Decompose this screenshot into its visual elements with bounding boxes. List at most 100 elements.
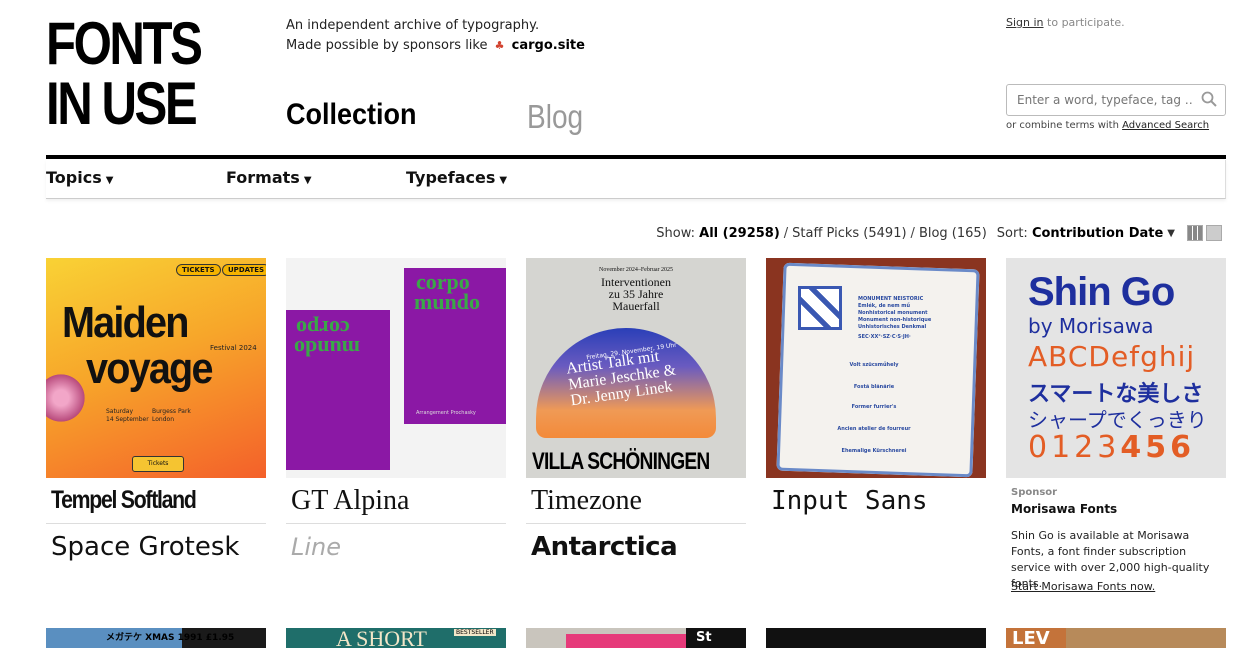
thumb-badge: BESTSELLER bbox=[454, 629, 496, 636]
book-title: mundo bbox=[414, 289, 481, 314]
typeface-link[interactable]: Input Sans bbox=[766, 478, 986, 524]
typeface-name: Antarctica bbox=[531, 532, 678, 562]
signin-link[interactable]: Sign in bbox=[1006, 16, 1044, 29]
typeface-name: Space Grotesk bbox=[51, 532, 240, 562]
art-date: Saturday 14 September bbox=[106, 408, 149, 423]
tagline-line-2: Made possible by sponsors like bbox=[286, 38, 488, 53]
typeface-link[interactable]: Antarctica bbox=[526, 524, 746, 570]
ad-latin-sample: ABCDefghij bbox=[1028, 340, 1196, 373]
sort-triangle-icon[interactable]: ▼ bbox=[1167, 228, 1175, 239]
filter-staff-picks[interactable]: Staff Picks (5491) bbox=[792, 226, 906, 241]
ad-numerals-bold: 456 bbox=[1120, 430, 1195, 465]
typeface-name: Tempel Softland bbox=[51, 486, 197, 514]
menu-typefaces-label: Typefaces bbox=[406, 168, 496, 187]
typeface-link[interactable]: Space Grotesk bbox=[46, 524, 266, 570]
category-menu: Topics ▼ Formats ▼ Typefaces ▼ bbox=[46, 160, 1226, 199]
menu-formats[interactable]: Formats ▼ bbox=[226, 168, 312, 187]
sponsor-name[interactable]: Morisawa Fonts bbox=[1011, 502, 1117, 516]
view-toggle bbox=[1187, 225, 1222, 241]
ad-headline: Shin Go bbox=[1028, 270, 1175, 314]
typeface-name: GT Alpina bbox=[291, 484, 410, 516]
thumb-text: LEV bbox=[1012, 628, 1050, 648]
art-headline: Maiden bbox=[62, 298, 189, 347]
typeface-link[interactable]: Timezone bbox=[526, 478, 746, 524]
large-view-icon[interactable] bbox=[1206, 225, 1222, 241]
mat-title: MONUMENT NEISTORIC Emlék, de nem mű Nonh… bbox=[858, 296, 931, 341]
use-thumbnail[interactable]: November 2024–Februar 2025 Interventione… bbox=[526, 258, 746, 478]
site-logo[interactable]: FONTS IN USE bbox=[46, 10, 203, 137]
book-caption: Arrangement Prochasky bbox=[416, 410, 476, 416]
use-card[interactable]: MONUMENT NEISTORIC Emlék, de nem mű Nonh… bbox=[766, 258, 986, 524]
art-tag: UPDATES bbox=[222, 264, 266, 276]
mat-code: SEC·XX°·SZ·C·S·JH· bbox=[858, 334, 911, 340]
signin-prompt: Sign in to participate. bbox=[1006, 16, 1125, 29]
logo-line-1: FONTS bbox=[46, 10, 203, 77]
use-thumbnail[interactable]: TICKETS UPDATES Maiden voyage Festival 2… bbox=[46, 258, 266, 478]
book-title: mundo bbox=[294, 336, 361, 361]
ad-numerals: 0123456 bbox=[1028, 430, 1195, 465]
use-card[interactable]: November 2024–Februar 2025 Interventione… bbox=[526, 258, 746, 570]
grid-view-icon[interactable] bbox=[1187, 225, 1203, 241]
thumb-text: メガテケ XMAS 1991 £1.95 bbox=[106, 633, 235, 643]
use-thumbnail[interactable] bbox=[766, 628, 986, 648]
advanced-search-link[interactable]: Advanced Search bbox=[1122, 120, 1209, 131]
nav-blog[interactable]: Blog bbox=[527, 98, 583, 136]
typeface-link[interactable]: Line bbox=[286, 524, 506, 570]
search-icon[interactable] bbox=[1201, 91, 1217, 107]
thumb-text: A SHORT bbox=[336, 628, 427, 648]
menu-topics[interactable]: Topics ▼ bbox=[46, 168, 113, 187]
mat-heading: Ehemalige Kürschnerei bbox=[841, 448, 907, 454]
ad-numerals-light: 0123 bbox=[1028, 430, 1121, 465]
site-tagline: An independent archive of typography. Ma… bbox=[286, 16, 585, 56]
menu-topics-label: Topics bbox=[46, 168, 102, 187]
use-thumbnail[interactable]: St bbox=[526, 628, 746, 648]
art-tickets-button: Tickets bbox=[132, 456, 184, 472]
use-card[interactable]: corpo mundo corpo mundo Arrangement Proc… bbox=[286, 258, 506, 570]
dropdown-triangle-icon: ▼ bbox=[105, 175, 114, 186]
filter-blog[interactable]: Blog (165) bbox=[919, 226, 987, 241]
mat-title-line: Monument non-historique bbox=[858, 317, 932, 323]
mat-heading: Ancien atelier de fourreur bbox=[837, 426, 911, 432]
search-hint: or combine terms with Advanced Search bbox=[1006, 120, 1209, 131]
tagline-line-1: An independent archive of typography. bbox=[286, 18, 540, 33]
sort-dropdown[interactable]: Contribution Date bbox=[1032, 226, 1163, 241]
search-input[interactable] bbox=[1007, 85, 1192, 115]
cargo-logo-icon: ♣ bbox=[494, 39, 505, 52]
cargo-sponsor-link[interactable]: cargo.site bbox=[512, 38, 585, 53]
use-thumbnail[interactable]: LEV bbox=[1006, 628, 1226, 648]
filter-all[interactable]: All (29258) bbox=[699, 226, 780, 241]
typeface-link[interactable]: GT Alpina bbox=[286, 478, 506, 524]
typeface-name: Line bbox=[291, 533, 342, 561]
use-thumbnail[interactable]: corpo mundo corpo mundo Arrangement Proc… bbox=[286, 258, 506, 478]
dropdown-triangle-icon: ▼ bbox=[499, 175, 508, 186]
mat-heading: Volt szücsműhely bbox=[849, 362, 899, 368]
filter-bar: Show: All (29258) / Staff Picks (5491) /… bbox=[656, 225, 1222, 241]
logo-line-2: IN USE bbox=[46, 70, 198, 137]
signin-suffix: to participate. bbox=[1047, 16, 1125, 29]
thumb-text: St bbox=[696, 630, 712, 645]
menu-typefaces[interactable]: Typefaces ▼ bbox=[406, 168, 507, 187]
sponsor-ad-image[interactable]: Shin Go by Morisawa ABCDefghij スマートな美しさ … bbox=[1006, 258, 1226, 478]
sponsor-cta-link[interactable]: Start Morisawa Fonts now. bbox=[1011, 580, 1155, 593]
use-card[interactable]: TICKETS UPDATES Maiden voyage Festival 2… bbox=[46, 258, 266, 570]
search-hint-text: or combine terms with bbox=[1006, 120, 1119, 131]
sort-label: Sort: bbox=[996, 225, 1028, 241]
ad-subhead: by Morisawa bbox=[1028, 314, 1154, 338]
book-title: corpo bbox=[296, 316, 350, 341]
use-thumbnail[interactable]: A SHORT BESTSELLER bbox=[286, 628, 506, 648]
poster-header: November 2024–Februar 2025 Interventione… bbox=[526, 264, 746, 312]
filter-separator: / bbox=[910, 225, 915, 241]
nav-collection[interactable]: Collection bbox=[286, 98, 417, 132]
sponsor-label: Sponsor bbox=[1011, 487, 1058, 498]
search-box bbox=[1006, 84, 1226, 116]
typeface-link[interactable]: Tempel Softland bbox=[46, 478, 266, 524]
art-festival: Festival 2024 bbox=[210, 344, 257, 352]
use-thumbnail[interactable]: MONUMENT NEISTORIC Emlék, de nem mű Nonh… bbox=[766, 258, 986, 478]
art-place: Burgess Park London bbox=[152, 408, 191, 423]
art-headline: voyage bbox=[86, 344, 213, 393]
typeface-name: Input Sans bbox=[771, 486, 928, 516]
poster-venue: VILLA SCHÖNINGEN bbox=[532, 448, 710, 475]
use-thumbnail[interactable]: メガテケ XMAS 1991 £1.95 bbox=[46, 628, 266, 648]
mat-title-line: Nonhistorical monument bbox=[858, 310, 928, 316]
art-tag: TICKETS bbox=[176, 264, 221, 276]
